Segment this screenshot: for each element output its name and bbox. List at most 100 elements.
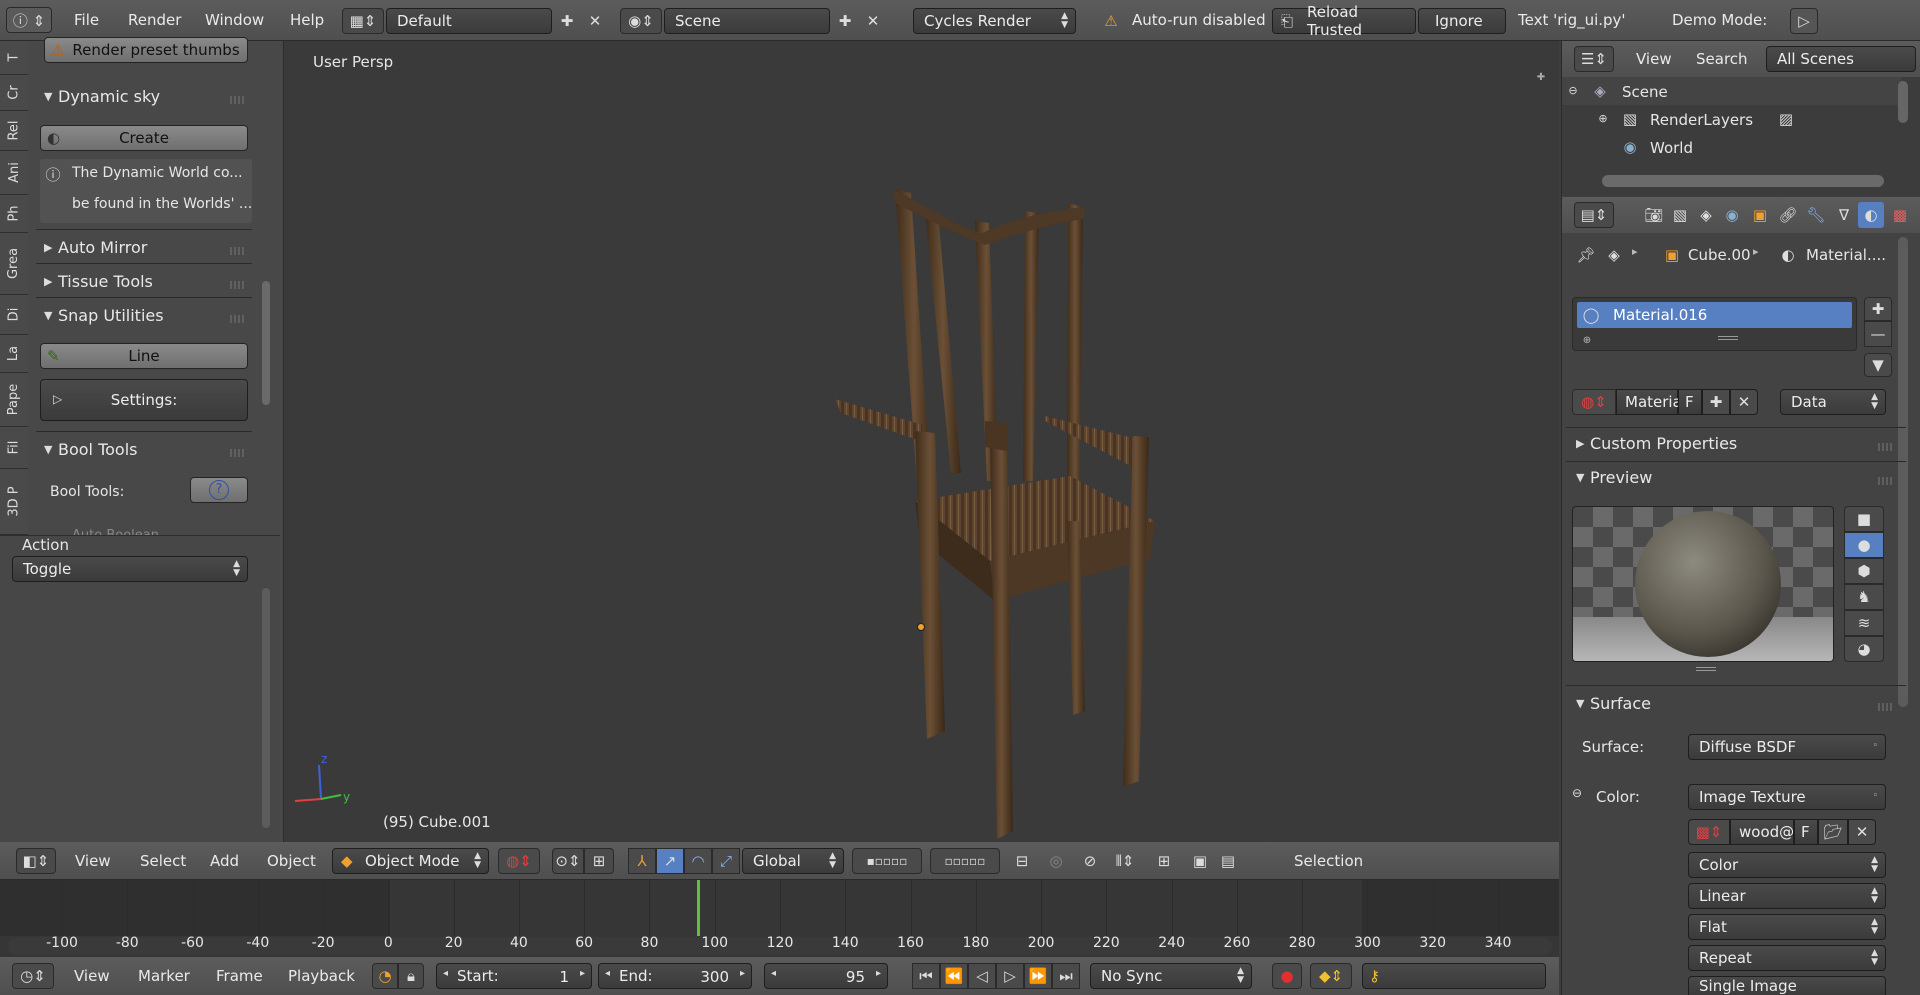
- tab-pape[interactable]: Pape: [0, 373, 28, 427]
- panel-grip[interactable]: [1878, 703, 1894, 711]
- viewport-3d[interactable]: User Persp ✚ z y (95) Cube.001: [285, 41, 1559, 842]
- browse-material-icon[interactable]: ◍⇕: [1572, 389, 1616, 415]
- scene-tab-icon[interactable]: ◈: [1694, 203, 1718, 227]
- browse-image-icon[interactable]: ▩⇕: [1688, 819, 1730, 845]
- data-tab-icon[interactable]: ∇: [1832, 203, 1856, 227]
- unlink-image-icon[interactable]: ✕: [1848, 819, 1876, 845]
- tab-la[interactable]: La: [0, 335, 28, 373]
- layers-2-icon[interactable]: ▫▫▫▫▫: [930, 848, 1000, 874]
- properties-scrollbar[interactable]: [1898, 237, 1908, 707]
- jump-end-icon[interactable]: ⏭: [1052, 963, 1080, 989]
- tab-create[interactable]: Cr: [0, 75, 28, 111]
- tab-relations[interactable]: Rel: [0, 111, 28, 151]
- current-frame-indicator[interactable]: [697, 880, 701, 936]
- tab-grease[interactable]: Grea: [0, 233, 28, 295]
- panel-grip[interactable]: [230, 315, 246, 323]
- panel-dynamic-sky[interactable]: ▼ Dynamic sky: [44, 80, 248, 112]
- mode-select[interactable]: ◆ Object Mode ▲ ▼: [332, 848, 489, 874]
- editor-type-outliner-icon[interactable]: ☰⇕: [1574, 46, 1614, 72]
- sync-select[interactable]: No Sync ▲ ▼: [1090, 963, 1252, 989]
- menu-frame[interactable]: Frame: [216, 957, 263, 995]
- material-preview[interactable]: [1572, 506, 1834, 662]
- tab-3d-print[interactable]: 3D P: [0, 469, 28, 535]
- add-scene-icon[interactable]: ✚: [832, 8, 858, 34]
- play-icon[interactable]: ▷: [996, 963, 1024, 989]
- render-opengl-icon[interactable]: ▣: [1186, 848, 1214, 874]
- preview-range-icon[interactable]: ◔: [372, 963, 398, 989]
- panel-grip[interactable]: [230, 247, 246, 255]
- constraints-tab-icon[interactable]: 🔗︎: [1776, 203, 1800, 227]
- modifiers-tab-icon[interactable]: 🔧︎: [1804, 203, 1828, 227]
- slot-specials-icon[interactable]: ▼: [1864, 353, 1892, 377]
- panel-grip[interactable]: [230, 449, 246, 457]
- snap-target-icon[interactable]: ⊞: [1150, 848, 1178, 874]
- snap-element-icon[interactable]: ⫴⇕: [1106, 848, 1144, 874]
- color-space-select[interactable]: Color ▲ ▼: [1688, 852, 1886, 878]
- menu-search[interactable]: Search: [1696, 41, 1748, 77]
- surface-shader-select[interactable]: Diffuse BSDF ◦: [1688, 734, 1886, 760]
- preview-sphere-sky-icon[interactable]: ◕: [1844, 636, 1884, 662]
- play-reverse-icon[interactable]: ◁: [968, 963, 996, 989]
- menu-marker[interactable]: Marker: [138, 957, 190, 995]
- material-name-field[interactable]: Materia: [1616, 389, 1682, 415]
- render-tab-icon[interactable]: 📷︎: [1642, 203, 1666, 227]
- preview-monkey-icon[interactable]: ♞: [1844, 584, 1884, 610]
- extension-select[interactable]: Repeat ▲ ▼: [1688, 945, 1886, 971]
- world-tab-icon[interactable]: ◉: [1720, 203, 1744, 227]
- scene-icon[interactable]: ◉⇕: [620, 8, 662, 34]
- snap-icon[interactable]: ⊘: [1076, 848, 1104, 874]
- shading-icon[interactable]: ◍⇕: [498, 848, 540, 874]
- link-select[interactable]: Data ▲ ▼: [1780, 389, 1886, 415]
- collapse-icon[interactable]: ⊖: [1566, 83, 1580, 97]
- material-slot-list[interactable]: ◯ Material.016 ⊕: [1572, 297, 1857, 351]
- panel-snap-utilities[interactable]: ▼ Snap Utilities: [44, 299, 248, 331]
- menu-file[interactable]: File: [74, 0, 99, 40]
- render-anim-icon[interactable]: ▤: [1214, 848, 1242, 874]
- next-keyframe-icon[interactable]: ⏩: [1024, 963, 1052, 989]
- remove-scene-icon[interactable]: ✕: [860, 8, 886, 34]
- action-select[interactable]: Toggle ▲ ▼: [12, 556, 248, 582]
- panel-bool-tools[interactable]: ▼ Bool Tools: [44, 433, 248, 465]
- menu-window[interactable]: Window: [205, 0, 264, 40]
- scene-field[interactable]: Scene: [664, 8, 830, 34]
- remove-material-slot-icon[interactable]: —: [1864, 321, 1892, 347]
- tab-di[interactable]: Di: [0, 295, 28, 335]
- layers-1-icon[interactable]: ▪▫▫▫▫: [852, 848, 922, 874]
- end-frame-field[interactable]: ◂ End: 300 ▸: [598, 963, 752, 989]
- menu-help[interactable]: Help: [290, 0, 324, 40]
- fake-user-button[interactable]: F: [1678, 389, 1702, 415]
- outliner-v-scrollbar[interactable]: [1898, 81, 1908, 123]
- remove-layout-icon[interactable]: ✕: [582, 8, 608, 34]
- tab-tools[interactable]: T: [0, 41, 28, 75]
- tab-animation[interactable]: Ani: [0, 151, 28, 195]
- interpolation-select[interactable]: Linear ▲ ▼: [1688, 883, 1886, 909]
- image-fake-user-button[interactable]: F: [1794, 819, 1818, 845]
- expand-icon[interactable]: ⊕: [1596, 111, 1610, 125]
- manipulator-axes-icon[interactable]: ⅄: [628, 848, 656, 874]
- projection-select[interactable]: Flat ▲ ▼: [1688, 914, 1886, 940]
- preview-sphere-icon[interactable]: ●: [1844, 532, 1884, 558]
- render-layers-tab-icon[interactable]: ▧: [1668, 203, 1692, 227]
- current-frame-field[interactable]: ◂ 95 ▸: [764, 963, 888, 989]
- list-resize-grip[interactable]: [1718, 336, 1738, 340]
- area-split-icon[interactable]: ✚: [1535, 71, 1547, 83]
- panel-preview[interactable]: ▼ Preview: [1576, 461, 1896, 493]
- menu-add[interactable]: Add: [210, 842, 239, 879]
- add-slot-dot-icon[interactable]: ⊕: [1581, 334, 1593, 346]
- outliner-row[interactable]: ⊖ ◈ Scene: [1562, 77, 1902, 105]
- new-material-icon[interactable]: ✚: [1702, 389, 1730, 415]
- record-icon[interactable]: ●: [1272, 963, 1302, 989]
- lock-layers-icon[interactable]: ⊟: [1008, 848, 1036, 874]
- line-button[interactable]: ✎ Line: [40, 343, 248, 369]
- open-image-icon[interactable]: 📂︎: [1818, 819, 1848, 845]
- texture-tab-icon[interactable]: ▩: [1888, 203, 1912, 227]
- outliner-row[interactable]: ◉ World: [1562, 133, 1902, 161]
- panel-surface[interactable]: ▼ Surface: [1576, 687, 1896, 719]
- lock-range-icon[interactable]: 🔒︎: [398, 963, 424, 989]
- panel-custom-properties[interactable]: ▶ Custom Properties: [1576, 427, 1896, 459]
- color-input-select[interactable]: Image Texture ◦: [1688, 784, 1886, 810]
- chair-model[interactable]: [745, 141, 1205, 851]
- preview-flat-icon[interactable]: ■: [1844, 506, 1884, 532]
- object-tab-icon[interactable]: ▣: [1748, 203, 1772, 227]
- add-layout-icon[interactable]: ✚: [554, 8, 580, 34]
